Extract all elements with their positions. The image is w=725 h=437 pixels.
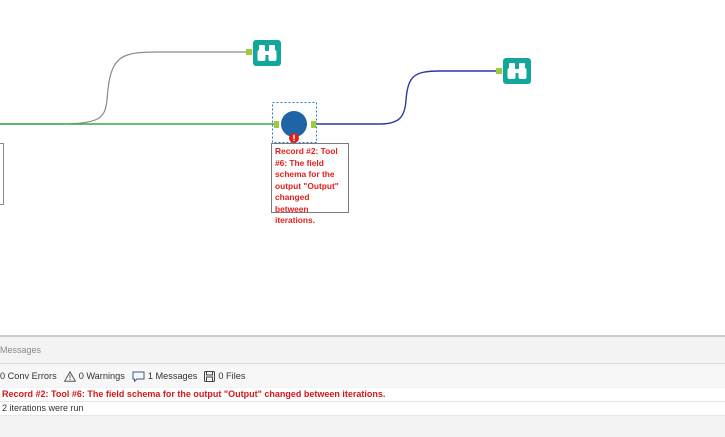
messages-label: 1 Messages (147, 371, 198, 381)
files-filter[interactable]: 0 Files (204, 370, 246, 382)
workflow-canvas[interactable]: Record #2: Tool #6: The field schema for… (0, 0, 725, 335)
offscreen-tool-edge (0, 143, 4, 205)
error-annotation: Record #2: Tool #6: The field schema for… (271, 143, 349, 225)
selected-tool[interactable] (272, 102, 317, 144)
warnings-label: 0 Warnings (78, 371, 125, 381)
results-toolbar: 0 Conv Errors 0 Warnings 1 Messages 0 Fi… (0, 365, 725, 387)
results-panel: Messages 0 Conv Errors 0 Warnings 1 Mess… (0, 335, 725, 437)
message-row-info[interactable]: 2 iterations were run (0, 402, 725, 416)
panel-title: Messages (0, 345, 42, 355)
message-icon (132, 371, 145, 382)
browse-tool-top[interactable] (246, 40, 281, 66)
message-row-error[interactable]: Record #2: Tool #6: The field schema for… (0, 388, 725, 402)
connections-layer (0, 40, 531, 144)
files-label: 0 Files (218, 371, 246, 381)
connection-top-browse[interactable] (0, 51, 248, 125)
warning-icon (63, 370, 76, 382)
save-file-icon (204, 370, 216, 382)
warnings-filter[interactable]: 0 Warnings (63, 370, 125, 382)
connection-right-browse[interactable] (316, 70, 498, 125)
message-list: Record #2: Tool #6: The field schema for… (0, 388, 725, 416)
messages-filter[interactable]: 1 Messages (132, 371, 198, 382)
panel-divider (0, 363, 725, 364)
conv-errors-filter[interactable]: 0 Conv Errors (0, 371, 57, 381)
browse-tool-right[interactable] (496, 58, 531, 84)
conv-errors-label: 0 Conv Errors (0, 371, 57, 381)
error-badge-icon (289, 133, 299, 143)
